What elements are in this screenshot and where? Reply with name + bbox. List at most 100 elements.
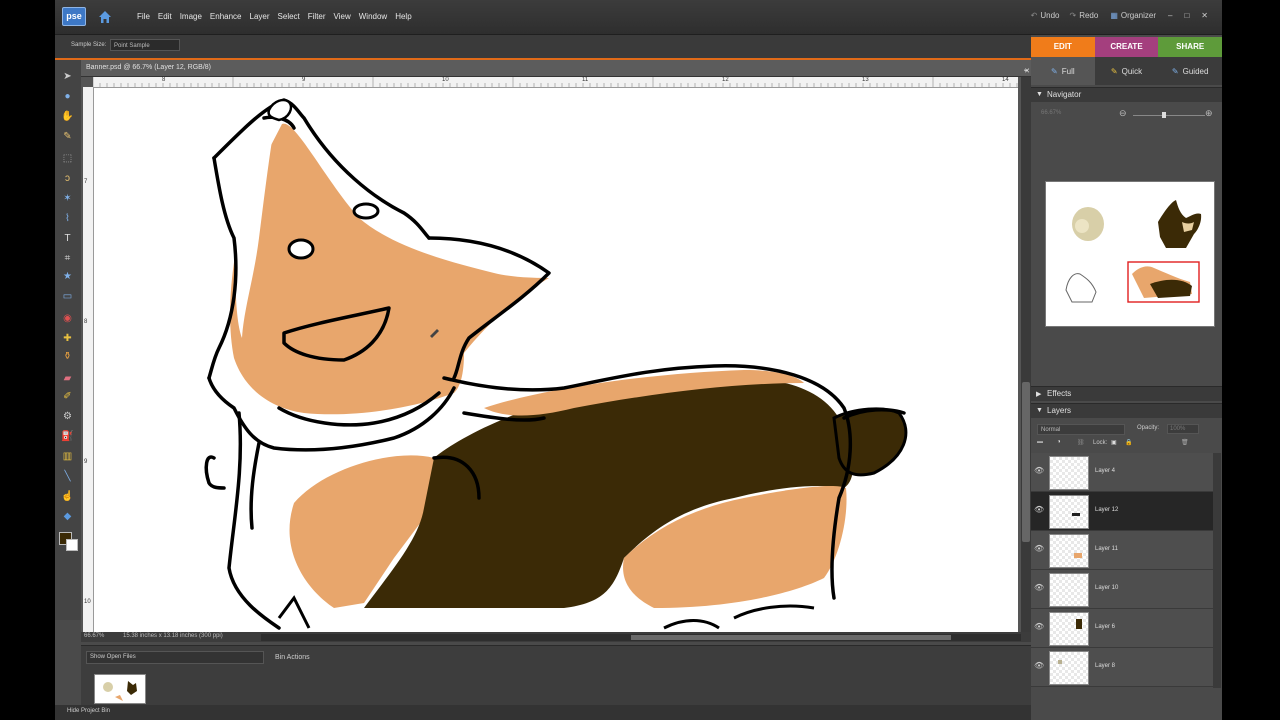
doc-close-icon[interactable]: ✕ — [1024, 67, 1030, 75]
tab-share[interactable]: SHARE — [1158, 37, 1222, 57]
blur-tool-icon[interactable]: ☝ — [60, 490, 75, 503]
app-logo: pse — [62, 7, 86, 26]
layer-row[interactable]: 👁 Layer 11 — [1031, 531, 1213, 570]
brush-tool-icon[interactable]: ✐ — [60, 390, 75, 403]
menu-image[interactable]: Image — [180, 12, 202, 21]
smart-brush-tool-icon[interactable]: ⚙ — [60, 410, 75, 423]
visibility-eye-icon[interactable]: 👁 — [1034, 544, 1044, 553]
open-file-thumbnail[interactable] — [94, 674, 146, 704]
zoom-tool-icon[interactable]: ● — [60, 90, 75, 103]
paint-bucket-tool-icon[interactable]: ⛽ — [60, 430, 75, 443]
redo-icon[interactable]: ↷ — [1069, 11, 1076, 20]
navigator-header[interactable]: ▼ Navigator — [1031, 87, 1222, 102]
new-layer-icon[interactable]: ▬ — [1037, 439, 1043, 445]
menu-filter[interactable]: Filter — [308, 12, 326, 21]
layer-row[interactable]: 👁 Layer 10 — [1031, 570, 1213, 609]
layer-row-selected[interactable]: 👁 Layer 12 — [1031, 492, 1213, 531]
sample-size-select[interactable]: Point Sample — [110, 39, 180, 51]
home-icon[interactable] — [97, 9, 113, 25]
zoom-in-icon[interactable]: ⊕ — [1205, 108, 1213, 119]
layers-header[interactable]: ▼ Layers — [1031, 403, 1222, 418]
eraser-tool-icon[interactable]: ▰ — [60, 372, 75, 385]
hand-tool-icon[interactable]: ✋ — [60, 110, 75, 123]
layer-name: Layer 4 — [1095, 468, 1116, 474]
menu-window[interactable]: Window — [359, 12, 387, 21]
effects-header[interactable]: ▶ Effects — [1031, 386, 1222, 401]
visibility-eye-icon[interactable]: 👁 — [1034, 661, 1044, 670]
background-color-swatch[interactable] — [66, 539, 78, 551]
bin-actions-button[interactable]: Bin Actions — [275, 654, 310, 661]
layer-row[interactable]: 👁 Layer 8 — [1031, 648, 1213, 687]
move-tool-icon[interactable]: ➤ — [60, 70, 75, 83]
clone-stamp-tool-icon[interactable]: ⚱ — [60, 350, 75, 363]
menu-file[interactable]: File — [137, 12, 150, 21]
magic-wand-tool-icon[interactable]: ✶ — [60, 192, 75, 205]
horizontal-scroll-thumb[interactable] — [631, 635, 951, 640]
visibility-eye-icon[interactable]: 👁 — [1034, 505, 1044, 514]
lock-all-icon[interactable]: 🔒 — [1125, 439, 1132, 446]
delete-layer-icon[interactable]: 🗑 — [1181, 439, 1189, 446]
layer-thumbnail — [1049, 534, 1089, 568]
quick-selection-tool-icon[interactable]: ⌇ — [60, 212, 75, 225]
undo-icon[interactable]: ↶ — [1031, 11, 1038, 20]
show-open-files-select[interactable]: Show Open Files — [86, 651, 264, 664]
lasso-tool-icon[interactable]: ↄ — [60, 172, 75, 185]
menu-select[interactable]: Select — [278, 12, 300, 21]
layer-row[interactable]: 👁 Layer 6 — [1031, 609, 1213, 648]
main-menu: File Edit Image Enhance Layer Select Fil… — [137, 12, 420, 21]
mode-tabs: EDIT CREATE SHARE — [1031, 37, 1222, 57]
redo-button[interactable]: Redo — [1079, 11, 1098, 20]
zoom-out-icon[interactable]: ⊖ — [1119, 108, 1127, 119]
red-eye-tool-icon[interactable]: ◉ — [60, 312, 75, 325]
undo-button[interactable]: Undo — [1040, 11, 1059, 20]
opacity-field[interactable]: 100% — [1167, 424, 1199, 434]
menu-help[interactable]: Help — [395, 12, 411, 21]
navigator-preview[interactable] — [1045, 181, 1215, 327]
menu-enhance[interactable]: Enhance — [210, 12, 242, 21]
document-vertical-scrollbar[interactable] — [1021, 77, 1031, 632]
menu-layer[interactable]: Layer — [250, 12, 270, 21]
zoom-slider-thumb[interactable] — [1162, 112, 1166, 118]
document-horizontal-scrollbar[interactable] — [261, 634, 1021, 641]
bottom-bar: Hide Project Bin — [55, 705, 1031, 720]
minimize-icon[interactable]: – — [1168, 11, 1172, 20]
tab-full[interactable]: ✎ Full — [1031, 57, 1095, 85]
straighten-tool-icon[interactable]: ▭ — [60, 290, 75, 303]
tab-create[interactable]: CREATE — [1094, 37, 1159, 57]
document-window-buttons: – ▫ ✕ — [1019, 63, 1030, 75]
sponge-tool-icon[interactable]: ◆ — [60, 510, 75, 523]
healing-brush-tool-icon[interactable]: ✚ — [60, 332, 75, 345]
adjustment-layer-icon[interactable]: ◑ — [1057, 439, 1061, 445]
tab-edit[interactable]: EDIT — [1031, 37, 1095, 57]
lock-transparency-icon[interactable]: ▣ — [1111, 439, 1117, 446]
zoom-slider[interactable] — [1133, 115, 1205, 116]
project-bin: Show Open Files Bin Actions — [81, 645, 1031, 706]
menu-edit[interactable]: Edit — [158, 12, 172, 21]
cookie-cutter-tool-icon[interactable]: ★ — [60, 270, 75, 283]
tab-guided[interactable]: ✎ Guided — [1158, 57, 1222, 85]
menu-view[interactable]: View — [334, 12, 351, 21]
organizer-button[interactable]: Organizer — [1121, 11, 1156, 20]
blend-mode-select[interactable]: Normal — [1037, 424, 1125, 435]
eyedropper-tool-icon[interactable]: ✎ — [60, 130, 75, 143]
tab-quick[interactable]: ✎ Quick — [1095, 57, 1159, 85]
hide-project-bin-button[interactable]: Hide Project Bin — [67, 708, 110, 714]
vertical-scroll-thumb[interactable] — [1022, 382, 1030, 542]
image-canvas[interactable] — [94, 88, 1018, 632]
maximize-icon[interactable]: □ — [1184, 11, 1189, 20]
close-icon[interactable]: ✕ — [1201, 11, 1208, 20]
visibility-eye-icon[interactable]: 👁 — [1034, 622, 1044, 631]
type-tool-icon[interactable]: T — [60, 232, 75, 245]
gradient-tool-icon[interactable]: ▥ — [60, 450, 75, 463]
organizer-icon[interactable]: ▦ — [1110, 11, 1118, 20]
marquee-tool-icon[interactable]: ⬚ — [60, 152, 75, 165]
layer-row[interactable]: 👁 Layer 4 — [1031, 453, 1213, 492]
document-size-info: 15.38 inches x 13.18 inches (300 ppi) — [123, 633, 223, 639]
link-icon[interactable]: ⛓ — [1077, 439, 1085, 446]
layers-scrollbar[interactable] — [1213, 453, 1221, 688]
visibility-eye-icon[interactable]: 👁 — [1034, 466, 1044, 475]
shape-tool-icon[interactable]: ╲ — [60, 470, 75, 483]
zoom-readout[interactable]: 66.67% — [84, 633, 104, 639]
visibility-eye-icon[interactable]: 👁 — [1034, 583, 1044, 592]
crop-tool-icon[interactable]: ⌗ — [60, 252, 75, 265]
